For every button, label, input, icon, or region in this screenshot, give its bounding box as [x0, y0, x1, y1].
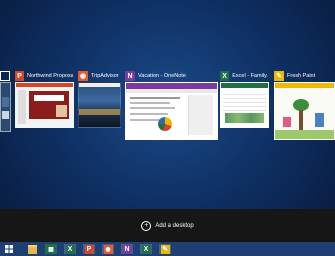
store-icon: ▦ [48, 246, 54, 253]
window-header: ◉ TripAdvisor [78, 70, 120, 82]
onenote-icon: N [125, 71, 135, 81]
folder-icon [27, 244, 37, 254]
taskbar: ▦ X P ◉ N X ✎ [0, 242, 335, 256]
excel-icon: X [220, 71, 230, 81]
desktop-bar: + Add a desktop [0, 209, 335, 242]
window-thumbnail[interactable] [0, 82, 11, 132]
window-thumbnail[interactable] [220, 82, 269, 128]
powerpoint-icon: P [15, 71, 24, 81]
window-title: Northwind Proposa... [26, 73, 73, 79]
store-button[interactable]: ▦ [45, 244, 57, 254]
onenote-icon: N [122, 244, 132, 254]
excel-taskbar-button[interactable]: X [64, 244, 76, 254]
window-header [0, 70, 10, 82]
tripadvisor-icon: ◉ [103, 244, 113, 254]
window-title: Excel - Family... [232, 73, 268, 79]
window-header: P Northwind Proposa... [15, 70, 73, 82]
add-desktop-button[interactable]: + Add a desktop [141, 220, 194, 231]
window-tripadvisor[interactable]: ◉ TripAdvisor [78, 70, 121, 128]
excel-taskbar-button-2[interactable]: X [140, 244, 152, 254]
excel-icon: X [141, 244, 151, 254]
window-thumbnail[interactable] [15, 82, 74, 128]
window-thumbnail[interactable] [125, 82, 218, 140]
file-explorer-button[interactable] [26, 244, 38, 254]
window-header: N Vacation - OneNote [125, 70, 217, 82]
window-header: ✎ Fresh Paint [274, 70, 334, 82]
window-thumbnail[interactable] [274, 82, 335, 140]
window-onenote[interactable]: N Vacation - OneNote [125, 70, 218, 140]
powerpoint-icon: P [84, 244, 94, 254]
add-desktop-label: Add a desktop [155, 222, 194, 229]
tripadvisor-taskbar-button[interactable]: ◉ [102, 244, 114, 254]
window-fresh-paint[interactable]: ✎ Fresh Paint [274, 70, 335, 140]
onenote-taskbar-button[interactable]: N [121, 244, 133, 254]
window-powerpoint[interactable]: P Northwind Proposa... [15, 70, 74, 128]
window-title: TripAdvisor [91, 73, 119, 79]
powerpoint-taskbar-button[interactable]: P [83, 244, 95, 254]
plus-icon: + [141, 220, 152, 231]
window-header: X Excel - Family... [220, 70, 268, 82]
window-thumbnail[interactable] [78, 82, 121, 128]
window-title: Fresh Paint [287, 73, 316, 79]
window-partial[interactable] [0, 70, 11, 132]
tripadvisor-icon: ◉ [78, 71, 88, 81]
start-button[interactable] [3, 244, 15, 254]
window-excel[interactable]: X Excel - Family... [220, 70, 269, 128]
fresh-paint-taskbar-button[interactable]: ✎ [159, 244, 171, 254]
fresh-paint-icon: ✎ [160, 244, 170, 254]
fresh-paint-icon: ✎ [274, 71, 284, 81]
window-title: Vacation - OneNote [138, 73, 186, 79]
windows-logo-icon [5, 245, 13, 253]
excel-icon: X [65, 244, 75, 254]
